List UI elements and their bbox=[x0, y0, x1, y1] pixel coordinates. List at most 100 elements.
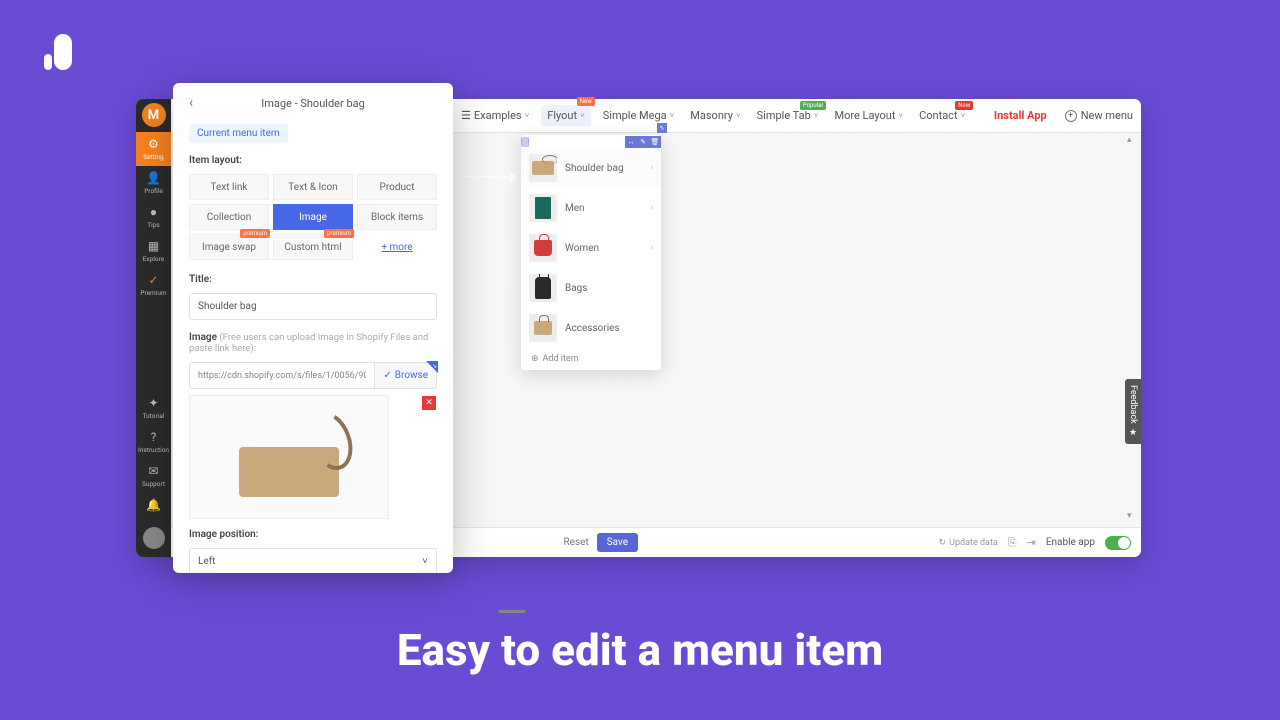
sidebar-item-setting[interactable]: ⚙Setting bbox=[136, 132, 171, 166]
grid-icon: ▦ bbox=[148, 239, 159, 253]
menu-item-masonry[interactable]: Masonry˅ bbox=[686, 109, 744, 122]
enable-app-label: Enable app bbox=[1046, 537, 1095, 548]
layout-image-swap[interactable]: Image swappremium bbox=[189, 234, 269, 260]
sidebar-item-profile[interactable]: 👤Profile bbox=[136, 166, 171, 200]
help-icon: ? bbox=[151, 430, 157, 444]
layout-text-link[interactable]: Text link bbox=[189, 174, 269, 200]
chevron-down-icon: ˅ bbox=[736, 111, 741, 120]
layout-custom-html[interactable]: Custom htmlpremium bbox=[273, 234, 353, 260]
install-app-button[interactable]: Install App bbox=[994, 109, 1047, 122]
sidebar-item-premium[interactable]: ✓Premium bbox=[136, 268, 171, 302]
move-icon[interactable]: ↔ bbox=[625, 136, 637, 148]
layout-block-items[interactable]: Block items bbox=[357, 204, 437, 230]
export-icon[interactable]: ⇥ bbox=[1027, 536, 1036, 549]
edit-icon[interactable]: ✎ bbox=[637, 136, 649, 148]
thumbnail bbox=[529, 154, 557, 182]
bulb-icon: ● bbox=[150, 205, 157, 219]
flyout-dropdown: ✎ ⋮⋮ ↔ ✎ 🗑 Shoulder bag › Men › Women › … bbox=[521, 135, 661, 370]
bell-icon: 🔔 bbox=[146, 498, 161, 512]
menu-item-examples[interactable]: ☰Examples˅ bbox=[457, 109, 533, 122]
dropdown-item-shoulder-bag[interactable]: Shoulder bag › bbox=[521, 148, 661, 188]
drag-handle-icon[interactable]: ⋮⋮ bbox=[521, 137, 529, 147]
reset-button[interactable]: Reset bbox=[564, 537, 589, 548]
refresh-icon: ↻ bbox=[939, 538, 947, 548]
expand-icon bbox=[426, 361, 438, 373]
chevron-right-icon: › bbox=[650, 163, 653, 173]
sidebar-item-tips[interactable]: ●Tips bbox=[136, 200, 171, 234]
remove-image-button[interactable]: ✕ bbox=[422, 396, 436, 410]
menu-item-simple-mega[interactable]: Simple Mega˅ bbox=[599, 109, 679, 122]
copy-icon[interactable]: ⎘ bbox=[1008, 536, 1017, 550]
layout-collection[interactable]: Collection bbox=[189, 204, 269, 230]
wand-icon: ✦ bbox=[148, 396, 158, 410]
dropdown-item-bags[interactable]: Bags bbox=[521, 268, 661, 308]
enable-app-toggle[interactable] bbox=[1105, 536, 1131, 550]
layout-more[interactable]: + more bbox=[357, 234, 437, 260]
pointer-arrow bbox=[458, 170, 518, 184]
add-item-button[interactable]: ⊕Add item bbox=[521, 348, 661, 370]
app-logo-icon[interactable]: M bbox=[142, 103, 166, 127]
sidebar-item-instruction[interactable]: ?Instruction bbox=[136, 425, 171, 459]
panel-title: Image - Shoulder bag bbox=[173, 97, 453, 110]
layout-product[interactable]: Product bbox=[357, 174, 437, 200]
thumbnail bbox=[529, 274, 557, 302]
save-button[interactable]: Save bbox=[597, 533, 638, 552]
sidebar-item-support[interactable]: ✉Support bbox=[136, 459, 171, 493]
update-data-button[interactable]: ↻Update data bbox=[939, 538, 998, 548]
check-icon: ✓ bbox=[383, 370, 391, 381]
image-preview: ✕ bbox=[189, 395, 389, 519]
chevron-down-icon: ˅ bbox=[670, 111, 675, 120]
popular-badge: Popular bbox=[800, 101, 827, 110]
delete-icon[interactable]: 🗑 bbox=[649, 136, 661, 148]
brand-logo bbox=[44, 34, 78, 70]
sidebar-item-explore[interactable]: ▦Explore bbox=[136, 234, 171, 268]
thumbnail bbox=[529, 234, 557, 262]
chevron-down-icon: ˅ bbox=[898, 111, 903, 120]
new-badge: New bbox=[955, 101, 973, 110]
image-position-select[interactable]: Left˅ bbox=[189, 548, 437, 573]
check-icon: ✓ bbox=[148, 273, 158, 287]
thumbnail bbox=[529, 194, 557, 222]
sidebar-item-tutorial[interactable]: ✦Tutorial bbox=[136, 391, 171, 425]
premium-badge: premium bbox=[240, 229, 270, 238]
menu-item-simple-tab[interactable]: Simple Tab˅Popular bbox=[753, 109, 823, 122]
chevron-right-icon: › bbox=[650, 243, 653, 253]
chevron-down-icon: ˅ bbox=[422, 556, 428, 567]
menu-item-flyout[interactable]: Flyout˅New bbox=[541, 105, 591, 126]
current-item-badge: Current menu item bbox=[189, 124, 288, 143]
sidebar-item-notifications[interactable]: 🔔 bbox=[136, 493, 171, 519]
scroll-indicators: ▴▾ bbox=[1127, 135, 1137, 521]
thumbnail bbox=[529, 314, 557, 342]
plus-icon: ⊕ bbox=[531, 354, 539, 364]
dropdown-item-women[interactable]: Women › bbox=[521, 228, 661, 268]
dropdown-item-men[interactable]: Men › bbox=[521, 188, 661, 228]
feedback-tab[interactable]: Feedback★ bbox=[1125, 379, 1141, 444]
hero-headline: Easy to edit a menu item bbox=[0, 624, 1280, 676]
menu-item-contact[interactable]: Contact˅New bbox=[915, 109, 969, 122]
chevron-down-icon: ˅ bbox=[961, 111, 966, 120]
user-icon: 👤 bbox=[146, 171, 161, 185]
user-avatar[interactable] bbox=[143, 527, 165, 549]
star-icon: ★ bbox=[1128, 428, 1138, 438]
layout-image[interactable]: Image bbox=[273, 204, 353, 230]
horizontal-scrollbar[interactable] bbox=[498, 610, 526, 613]
item-layout-label: Item layout: bbox=[189, 155, 437, 166]
gear-icon: ⚙ bbox=[148, 137, 159, 151]
image-position-label: Image position: bbox=[189, 529, 437, 540]
new-menu-button[interactable]: +New menu bbox=[1065, 109, 1133, 122]
browse-button[interactable]: ✓Browse bbox=[375, 362, 437, 389]
premium-badge: premium bbox=[324, 229, 354, 238]
layout-text-icon[interactable]: Text & Icon bbox=[273, 174, 353, 200]
bag-image bbox=[239, 447, 339, 497]
image-url-input[interactable] bbox=[189, 362, 375, 389]
menu-item-more-layout[interactable]: More Layout˅ bbox=[830, 109, 907, 122]
chevron-down-icon: ˅ bbox=[525, 111, 530, 120]
edit-mini-icon[interactable]: ✎ bbox=[657, 123, 667, 133]
left-sidebar: M ⚙Setting 👤Profile ●Tips ▦Explore ✓Prem… bbox=[136, 99, 171, 557]
new-badge: New bbox=[577, 97, 595, 106]
dropdown-item-accessories[interactable]: Accessories bbox=[521, 308, 661, 348]
title-input[interactable] bbox=[189, 293, 437, 320]
mail-icon: ✉ bbox=[148, 464, 158, 478]
chevron-right-icon: › bbox=[650, 203, 653, 213]
hamburger-icon: ☰ bbox=[461, 109, 471, 122]
